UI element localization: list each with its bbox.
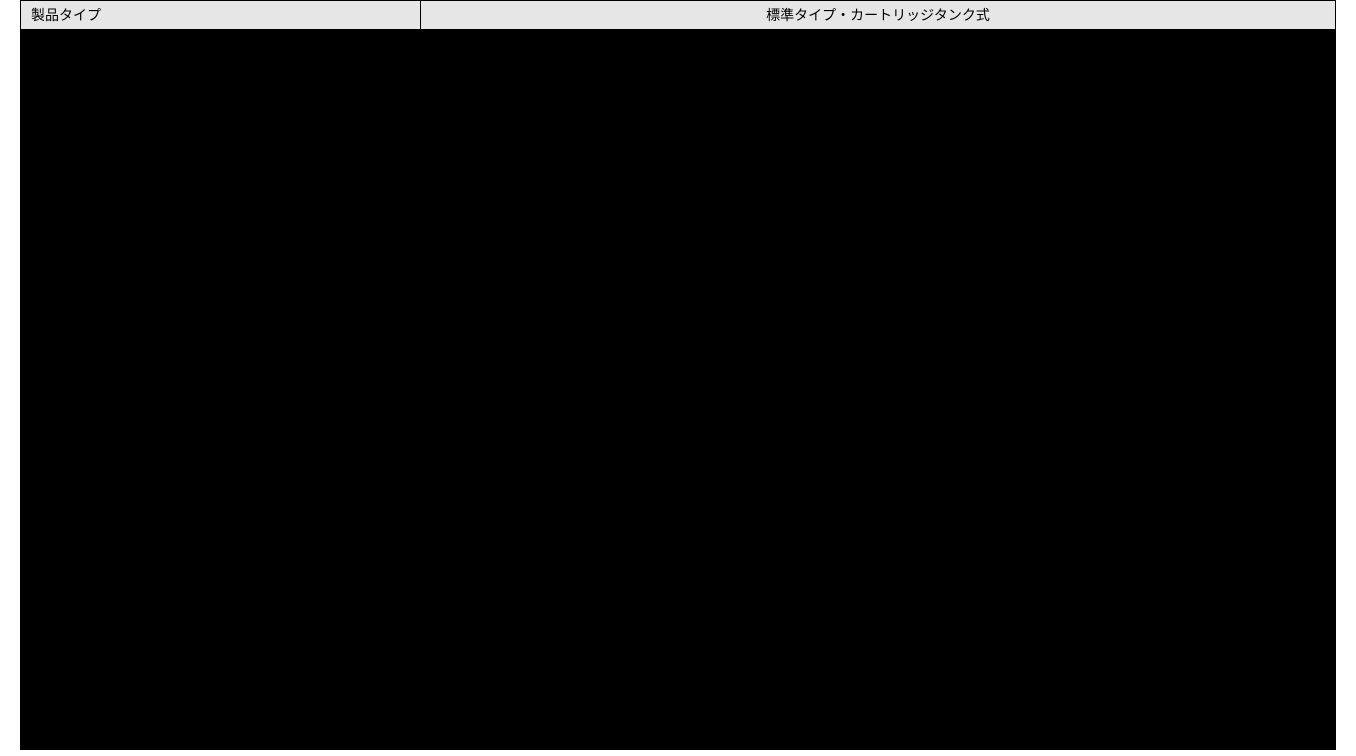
- header-value: 標準タイプ・カートリッジタンク式: [766, 7, 990, 23]
- table-header-row: 製品タイプ 標準タイプ・カートリッジタンク式: [21, 1, 1336, 30]
- header-label-cell: 製品タイプ: [21, 1, 421, 30]
- spec-table: 製品タイプ 標準タイプ・カートリッジタンク式: [20, 0, 1336, 30]
- header-label: 製品タイプ: [31, 7, 101, 23]
- header-value-cell: 標準タイプ・カートリッジタンク式: [421, 1, 1336, 30]
- obscured-region: [20, 30, 1336, 750]
